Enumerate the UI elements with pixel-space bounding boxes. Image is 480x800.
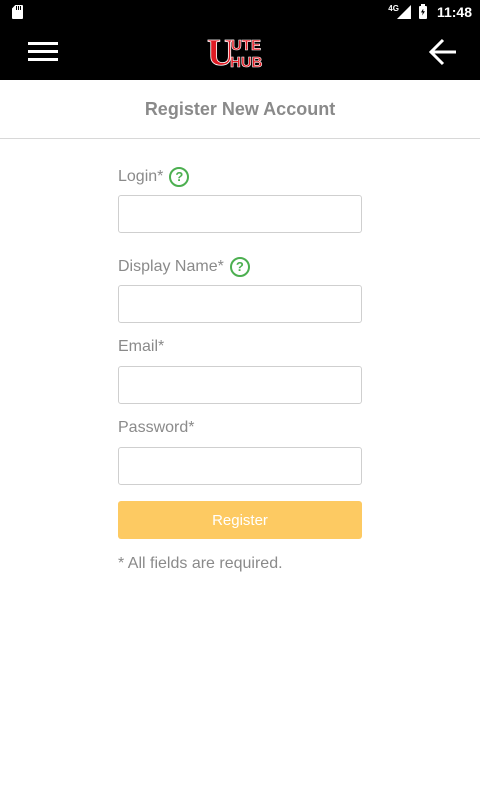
page-title: Register New Account — [144, 98, 336, 119]
arrow-left-icon[interactable] — [428, 38, 458, 66]
page-header: Register New Account — [0, 80, 480, 139]
ute-hub-logo: U UTE HUB — [207, 34, 263, 70]
password-input[interactable] — [118, 447, 362, 485]
network-type: 4G — [388, 3, 399, 13]
register-button[interactable]: Register — [118, 501, 362, 539]
status-indicators: 4G 11:48 — [388, 0, 472, 24]
display-name-field-label: Display Name* ? — [118, 257, 250, 277]
email-field-label: Email* — [118, 338, 164, 356]
app-bar: U UTE HUB — [0, 24, 480, 80]
signal-icon — [396, 5, 411, 19]
logo-text-top: UTE — [231, 37, 261, 54]
battery-charging-icon — [418, 3, 427, 19]
display-name-input[interactable] — [118, 285, 362, 323]
clock: 11:48 — [436, 4, 472, 20]
required-fields-note: * All fields are required. — [118, 555, 283, 572]
sd-card-icon — [12, 5, 23, 19]
status-bar: 4G 11:48 — [0, 0, 480, 24]
email-label-text: Email* — [118, 338, 165, 355]
logo-text-bottom: HUB — [230, 54, 263, 70]
email-input[interactable] — [118, 366, 362, 404]
hamburger-menu-icon[interactable] — [28, 41, 58, 63]
password-label-text: Password* — [118, 419, 195, 436]
login-field-label: Login* ? — [118, 167, 190, 187]
login-help-icon[interactable]: ? — [169, 167, 190, 187]
display-name-help-icon[interactable]: ? — [229, 257, 250, 277]
login-input[interactable] — [118, 195, 362, 233]
password-field-label: Password* — [118, 419, 194, 437]
login-label-text: Login* — [118, 168, 164, 185]
display-name-label-text: Display Name* — [118, 258, 224, 275]
